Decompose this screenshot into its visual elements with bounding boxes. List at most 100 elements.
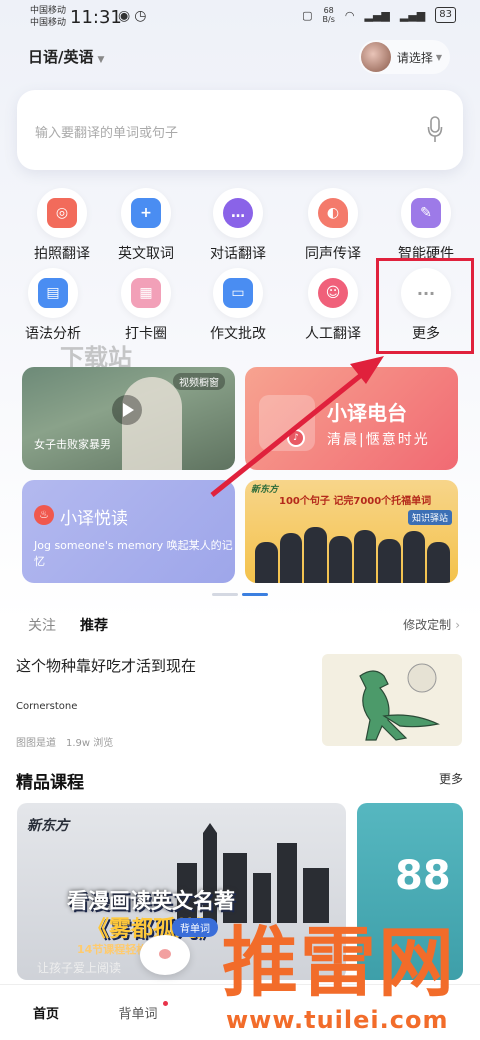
battery-icon: 83 xyxy=(435,7,456,23)
video-card[interactable]: 视频橱窗 女子击败家暴男 xyxy=(22,367,235,470)
nav-vocab[interactable]: 背单词 xyxy=(92,985,184,1040)
course-2-title: 88 xyxy=(395,853,451,899)
video-tag: 视频橱窗 xyxy=(173,373,225,390)
language-label: 日语/英语 xyxy=(28,48,94,66)
feature-essay[interactable]: ▭ 作文批改 xyxy=(190,268,286,343)
feature-label: 拍照翻译 xyxy=(34,246,90,262)
nav-vocab-label: 背单词 xyxy=(118,1007,158,1022)
toefl-banner-card[interactable]: 新东方 100个句子 记完7000个托福单词 知识驿站 xyxy=(245,480,458,583)
banner-headline: 100个句子 记完7000个托福单词 xyxy=(279,496,432,507)
carrier-1: 中国移动 xyxy=(30,6,67,16)
carrier-2: 中国移动 xyxy=(30,18,67,28)
carrier-info: 中国移动 中国移动 xyxy=(30,5,66,29)
avatar xyxy=(360,42,391,72)
courses-more-link[interactable]: 更多 xyxy=(439,770,463,787)
camera-translate-icon: ◎ xyxy=(37,188,87,238)
headphone-icon: ♪ xyxy=(287,429,305,447)
reading-text: Jog someone's memory 唤起某人的记忆 xyxy=(34,539,233,568)
hardware-icon: ✎ xyxy=(401,188,451,238)
annotation-highlight-box xyxy=(376,258,474,354)
feature-human-translate[interactable]: ☺ 人工翻译 xyxy=(285,268,381,343)
reading-title: 小译悦读 xyxy=(60,509,128,529)
net-speed: 68 B/s xyxy=(323,6,335,24)
banner-brand: 新东方 xyxy=(251,485,279,495)
feature-label: 对话翻译 xyxy=(210,246,266,262)
signal-icon-2: ▂▄▆ xyxy=(399,8,426,22)
nav-home[interactable]: 首页 xyxy=(0,985,92,1040)
notification-dot xyxy=(163,1001,168,1006)
banner-people-image xyxy=(255,524,450,583)
clock: 11:31 xyxy=(70,7,122,28)
radio-card[interactable]: ♪ 小译电台 清晨|惬意时光 xyxy=(245,367,458,470)
search-placeholder: 输入要翻译的单词或句子 xyxy=(35,126,179,141)
simultaneous-icon: ◐ xyxy=(308,188,358,238)
radio-icon xyxy=(259,395,315,451)
article-source: Cornerstone xyxy=(16,701,78,712)
feature-label: 同声传译 xyxy=(305,246,361,262)
language-selector[interactable]: 日语/英语 ▼ xyxy=(28,46,104,67)
article-thumbnail xyxy=(322,654,462,746)
net-speed-value: 68 xyxy=(323,6,334,15)
video-caption: 女子击败家暴男 xyxy=(34,438,111,451)
net-speed-unit: B/s xyxy=(322,15,335,24)
feed-tabs: 关注 推荐 xyxy=(28,615,108,635)
courses-section-title: 精品课程 xyxy=(16,773,84,793)
status-right: ▢ 68 B/s ◠ ▂▄▆ ▂▄▆ 83 xyxy=(302,6,456,24)
course-brand: 新东方 xyxy=(27,818,69,834)
article-meta: 图图是道 1.9w 浏览 xyxy=(16,734,113,749)
signal-icon-1: ▂▄▆ xyxy=(364,8,390,22)
customize-button[interactable]: 修改定制 › xyxy=(403,616,460,633)
chevron-down-icon: ▼ xyxy=(435,52,442,62)
chevron-right-icon: › xyxy=(455,618,460,632)
feature-dialogue[interactable]: … 对话翻译 xyxy=(190,188,286,263)
dinosaur-illustration xyxy=(359,663,440,741)
carousel-pager xyxy=(212,593,268,596)
radio-subtitle: 清晨|惬意时光 xyxy=(327,432,430,448)
tab-recommend[interactable]: 推荐 xyxy=(80,615,108,635)
essay-icon: ▭ xyxy=(213,268,263,318)
watermark-url: www.tuilei.com xyxy=(226,1006,449,1034)
chevron-down-icon: ▼ xyxy=(97,55,105,65)
article-views: 1.9w 浏览 xyxy=(66,738,114,749)
dialogue-icon: … xyxy=(213,188,263,238)
status-bar: 中国移动 中国移动 11:31 ◉◷ ▢ 68 B/s ◠ ▂▄▆ ▂▄▆ 83 xyxy=(0,0,480,36)
wifi-icon: ◠ xyxy=(344,8,355,22)
nav-home-label: 首页 xyxy=(32,1007,59,1022)
profile-selector[interactable]: 请选择 ▼ xyxy=(358,40,450,74)
radio-title: 小译电台 xyxy=(327,401,407,425)
microphone-icon[interactable] xyxy=(427,116,443,144)
flame-icon: ♨ xyxy=(34,505,54,525)
article-item[interactable]: 这个物种靠好吃才活到现在 Cornerstone 图图是道 1.9w 浏览 xyxy=(0,650,480,750)
feature-label: 英文取词 xyxy=(118,246,174,262)
profile-label: 请选择 xyxy=(396,50,433,65)
alarm-icon: ◷ xyxy=(134,8,151,24)
course-subtitle-2: 让孩子爱上阅读 xyxy=(37,961,122,975)
status-icons: ◉◷ xyxy=(118,8,150,24)
banner-tag: 知识驿站 xyxy=(407,510,452,525)
article-publisher: 图图是道 xyxy=(16,738,56,749)
mascot-bubble[interactable]: 背单词 xyxy=(172,918,218,937)
mascot-icon[interactable] xyxy=(140,935,190,975)
customize-label: 修改定制 xyxy=(403,618,452,632)
article-title: 这个物种靠好吃才活到现在 xyxy=(16,657,197,675)
grammar-icon: ▤ xyxy=(28,268,78,318)
feature-label: 作文批改 xyxy=(210,326,266,342)
tuilei-watermark: 推雷网 www.tuilei.com xyxy=(222,918,480,1040)
mute-icon: ▢ xyxy=(302,8,313,22)
feature-label: 人工翻译 xyxy=(305,326,361,342)
feature-grammar[interactable]: ▤ 语法分析 xyxy=(5,268,101,343)
feature-checkin[interactable]: ▦ 打卡圈 xyxy=(98,268,194,343)
reading-card[interactable]: ♨ 小译悦读 Jog someone's memory 唤起某人的记忆 xyxy=(22,480,235,583)
watermark-logo-text: 推雷网 xyxy=(222,918,456,1007)
tab-follow[interactable]: 关注 xyxy=(28,615,56,635)
human-translate-icon: ☺ xyxy=(308,268,358,318)
feature-hardware[interactable]: ✎ 智能硬件 xyxy=(378,188,474,263)
eye-icon: ◉ xyxy=(118,8,135,24)
feature-word-pick[interactable]: + 英文取词 xyxy=(98,188,194,263)
word-pick-icon: + xyxy=(121,188,171,238)
feature-photo-translate[interactable]: ◎ 拍照翻译 xyxy=(14,188,110,263)
play-icon[interactable] xyxy=(112,395,142,425)
checkin-icon: ▦ xyxy=(121,268,171,318)
search-box[interactable]: 输入要翻译的单词或句子 xyxy=(17,90,463,170)
feature-simultaneous[interactable]: ◐ 同声传译 xyxy=(285,188,381,263)
